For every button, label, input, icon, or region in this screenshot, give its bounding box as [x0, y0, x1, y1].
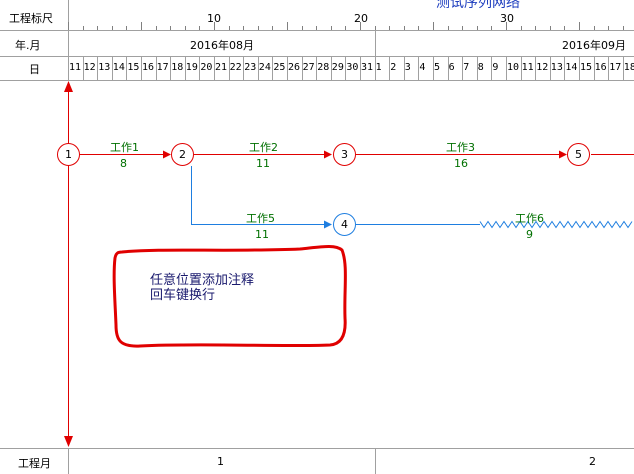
- day-cell: 19: [185, 62, 198, 73]
- day-cell: 17: [156, 62, 169, 73]
- task-3-name[interactable]: 工作3: [446, 139, 475, 155]
- day-cell: 5: [434, 62, 441, 73]
- day-cell: 14: [112, 62, 125, 73]
- footer-month-2: 2: [589, 455, 596, 468]
- day-cell: 6: [448, 62, 455, 73]
- day-cell: 18: [171, 62, 184, 73]
- day-cell: 4: [419, 62, 426, 73]
- day-cell: 14: [565, 62, 578, 73]
- day-cell: 30: [346, 62, 359, 73]
- task-3-duration: 16: [454, 157, 468, 170]
- task-6-duration: 9: [526, 228, 533, 241]
- day-cell: 18: [623, 62, 634, 73]
- month-september: 2016年09月: [562, 39, 626, 52]
- axis-arrow-down: [64, 436, 73, 447]
- day-cell: 3: [404, 62, 411, 73]
- task-1-duration: 8: [120, 157, 127, 170]
- ruler-tick-20: 20: [354, 12, 368, 25]
- node-1-label[interactable]: 1: [65, 148, 72, 161]
- task-5-name[interactable]: 工作5: [246, 210, 275, 226]
- day-cell: 28: [317, 62, 330, 73]
- day-cell: 13: [550, 62, 563, 73]
- day-cell: 21: [215, 62, 228, 73]
- day-cell: 26: [288, 62, 301, 73]
- ruler-label: 工程标尺: [9, 12, 53, 25]
- day-cell: 15: [580, 62, 593, 73]
- node-3-label[interactable]: 3: [341, 148, 348, 161]
- day-cell: 2: [390, 62, 397, 73]
- task-2-name[interactable]: 工作2: [249, 139, 278, 155]
- footer-label: 工程月: [18, 457, 51, 470]
- day-cell: 17: [609, 62, 622, 73]
- day-cell: 25: [273, 62, 286, 73]
- day-cell: 16: [142, 62, 155, 73]
- ruler-tick-10: 10: [207, 12, 221, 25]
- day-cell: 1: [375, 62, 382, 73]
- day-label: 日: [29, 63, 40, 76]
- day-cell: 20: [200, 62, 213, 73]
- task-1-name[interactable]: 工作1: [110, 139, 139, 155]
- day-cell: 13: [98, 62, 111, 73]
- day-cell: 10: [507, 62, 520, 73]
- day-cell: 11: [521, 62, 534, 73]
- day-cell: 16: [594, 62, 607, 73]
- month-label: 年.月: [15, 39, 41, 52]
- network-chart-canvas[interactable]: 测试序列网络 工程标尺 年.月 日 10 20 30 2016年08月 2016…: [0, 0, 634, 474]
- annotation-line-2[interactable]: 回车键换行: [150, 289, 215, 303]
- day-cell: 24: [258, 62, 271, 73]
- day-cell: 31: [361, 62, 374, 73]
- month-august: 2016年08月: [190, 39, 254, 52]
- day-cell: 27: [302, 62, 315, 73]
- day-cell: 22: [229, 62, 242, 73]
- axis-arrow-up: [64, 81, 73, 92]
- annotation-line-1[interactable]: 任意位置添加注释: [150, 274, 254, 288]
- day-cell: 29: [331, 62, 344, 73]
- node-4-label[interactable]: 4: [341, 218, 348, 231]
- task-6-name[interactable]: 工作6: [515, 210, 544, 226]
- day-cell: 23: [244, 62, 257, 73]
- node-5-label[interactable]: 5: [575, 148, 582, 161]
- ruler-tick-30: 30: [500, 12, 514, 25]
- free-float-wave: [479, 220, 633, 229]
- task-2-duration: 11: [256, 157, 270, 170]
- day-cell: 9: [492, 62, 499, 73]
- day-cell: 15: [127, 62, 140, 73]
- day-cell: 8: [477, 62, 484, 73]
- day-cell: 11: [69, 62, 82, 73]
- node-2-label[interactable]: 2: [179, 148, 186, 161]
- annotation-box: [112, 245, 347, 348]
- task-5-duration: 11: [255, 228, 269, 241]
- footer-month-1: 1: [217, 455, 224, 468]
- day-cell: 12: [83, 62, 96, 73]
- day-cell: 7: [463, 62, 470, 73]
- day-cell: 12: [536, 62, 549, 73]
